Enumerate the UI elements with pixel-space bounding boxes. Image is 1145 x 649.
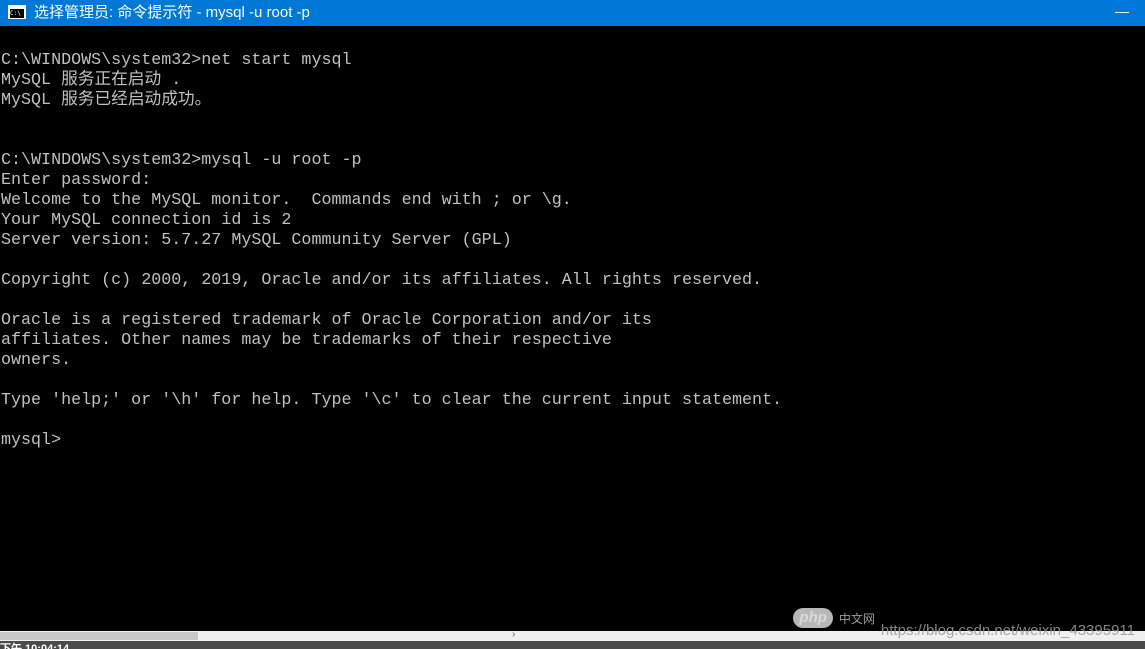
command-prompt-window: C:\ 选择管理员: 命令提示符 - mysql -u root -p — C:…: [0, 0, 1145, 649]
cmd-icon-text: C:\: [10, 9, 24, 18]
console-line: C:\WINDOWS\system32>mysql -u root -p: [1, 151, 362, 170]
console-line: owners.: [1, 351, 72, 370]
scroll-right-arrow-icon[interactable]: ›: [512, 629, 515, 640]
watermark: php 中文网 https://blog.csdn.net/weixin_433…: [793, 604, 1135, 639]
scrollbar-thumb[interactable]: [0, 632, 198, 640]
console-line: affiliates. Other names may be trademark…: [1, 331, 612, 350]
taskbar: 下午 10:04:14: [0, 641, 1145, 649]
watermark-site-name: 中文网: [838, 611, 875, 626]
console-line: MySQL 服务已经启动成功。: [1, 91, 212, 110]
php-logo: php: [793, 608, 833, 628]
console-line: C:\WINDOWS\system32>net start mysql: [1, 51, 352, 70]
console-line: Type 'help;' or '\h' for help. Type '\c'…: [1, 391, 783, 410]
watermark-url: https://blog.csdn.net/weixin_43395911: [880, 621, 1135, 639]
mysql-prompt[interactable]: mysql>: [0, 431, 1145, 451]
console-line: Oracle is a registered trademark of Orac…: [1, 311, 652, 330]
console-line: Your MySQL connection id is 2: [1, 211, 292, 230]
console-output[interactable]: C:\WINDOWS\system32>net start mysql MySQ…: [0, 51, 1145, 631]
cmd-icon[interactable]: C:\: [8, 5, 26, 19]
console-line: Copyright (c) 2000, 2019, Oracle and/or …: [1, 271, 763, 290]
window-title: 选择管理员: 命令提示符 - mysql -u root -p: [34, 4, 310, 21]
taskbar-time: 下午 10:04:14: [0, 643, 70, 649]
console-line: MySQL 服务正在启动 .: [1, 71, 182, 90]
console-line: Enter password:: [1, 171, 152, 190]
minimize-button[interactable]: —: [1099, 0, 1145, 26]
console-line: Server version: 5.7.27 MySQL Community S…: [1, 231, 512, 250]
title-bar[interactable]: C:\ 选择管理员: 命令提示符 - mysql -u root -p —: [0, 0, 1145, 26]
console-line: Welcome to the MySQL monitor. Commands e…: [1, 191, 572, 210]
